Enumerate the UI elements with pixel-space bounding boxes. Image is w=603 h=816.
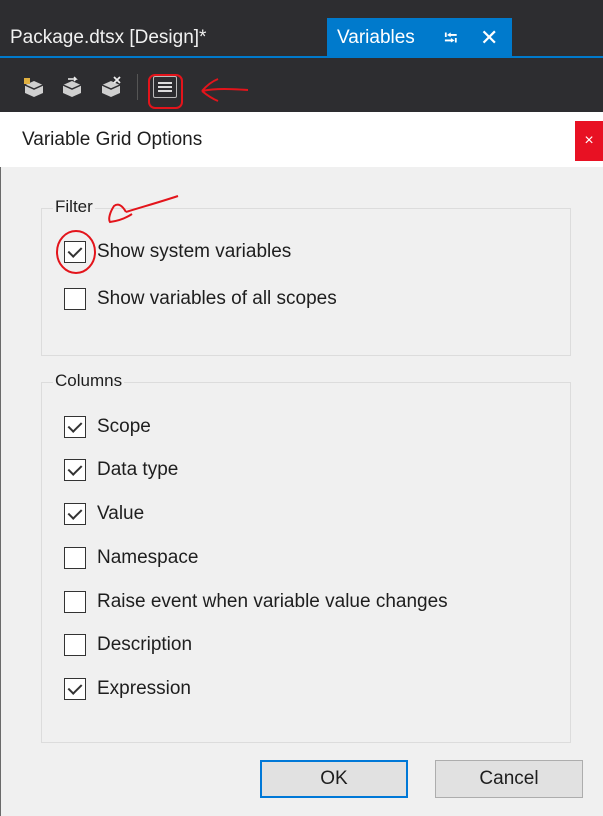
value-label: Value: [97, 503, 145, 524]
show-system-variables-label: Show system variables: [97, 241, 292, 262]
column-option-description[interactable]: Description: [64, 633, 192, 657]
variables-toolbar: [0, 58, 603, 112]
description-label: Description: [97, 634, 193, 655]
column-option-scope[interactable]: Scope: [64, 415, 151, 439]
ok-button[interactable]: OK: [260, 760, 408, 798]
show-all-scopes-checkbox[interactable]: [64, 288, 86, 310]
raise-event-label: Raise event when variable value changes: [97, 591, 448, 612]
pin-icon[interactable]: ⭾: [444, 18, 458, 58]
show-all-scopes-option[interactable]: Show variables of all scopes: [64, 287, 337, 311]
grid-options-icon[interactable]: [153, 76, 177, 98]
column-option-expression[interactable]: Expression: [64, 677, 191, 701]
filter-group-legend: Filter: [53, 197, 95, 217]
add-variable-icon[interactable]: [22, 76, 46, 98]
show-system-variables-option[interactable]: Show system variables: [64, 240, 291, 264]
dialog-left-edge: [0, 167, 10, 816]
close-icon[interactable]: ✕: [480, 18, 498, 58]
delete-variable-icon[interactable]: [99, 76, 123, 98]
expression-label: Expression: [97, 678, 191, 699]
namespace-label: Namespace: [97, 547, 199, 568]
raise-event-checkbox[interactable]: [64, 591, 86, 613]
document-tab-strip: Package.dtsx [Design]* Variables ⭾ ✕: [0, 0, 603, 58]
dialog-title: Variable Grid Options: [22, 129, 203, 150]
value-checkbox[interactable]: [64, 503, 86, 525]
tab-variables[interactable]: Variables ⭾ ✕: [327, 18, 512, 58]
data-type-label: Data type: [97, 459, 179, 480]
toolbar-separator: [137, 74, 138, 100]
scope-checkbox[interactable]: [64, 416, 86, 438]
dialog-title-bar: Variable Grid Options: [0, 112, 603, 167]
expression-checkbox[interactable]: [64, 678, 86, 700]
column-option-raise-event[interactable]: Raise event when variable value changes: [64, 590, 448, 614]
show-all-scopes-label: Show variables of all scopes: [97, 288, 337, 309]
tab-variables-label: Variables: [337, 27, 415, 48]
move-variable-icon[interactable]: [60, 76, 84, 98]
show-system-variables-checkbox[interactable]: [64, 241, 86, 263]
columns-group-legend: Columns: [53, 371, 125, 391]
column-option-namespace[interactable]: Namespace: [64, 546, 198, 570]
dialog-close-button[interactable]: ×: [575, 121, 603, 161]
namespace-checkbox[interactable]: [64, 547, 86, 569]
filter-group: Filter: [41, 197, 571, 356]
column-option-value[interactable]: Value: [64, 502, 144, 526]
data-type-checkbox[interactable]: [64, 459, 86, 481]
column-option-data-type[interactable]: Data type: [64, 458, 178, 482]
description-checkbox[interactable]: [64, 634, 86, 656]
tab-package-design[interactable]: Package.dtsx [Design]*: [10, 18, 206, 58]
cancel-button[interactable]: Cancel: [435, 760, 583, 798]
scope-label: Scope: [97, 416, 151, 437]
